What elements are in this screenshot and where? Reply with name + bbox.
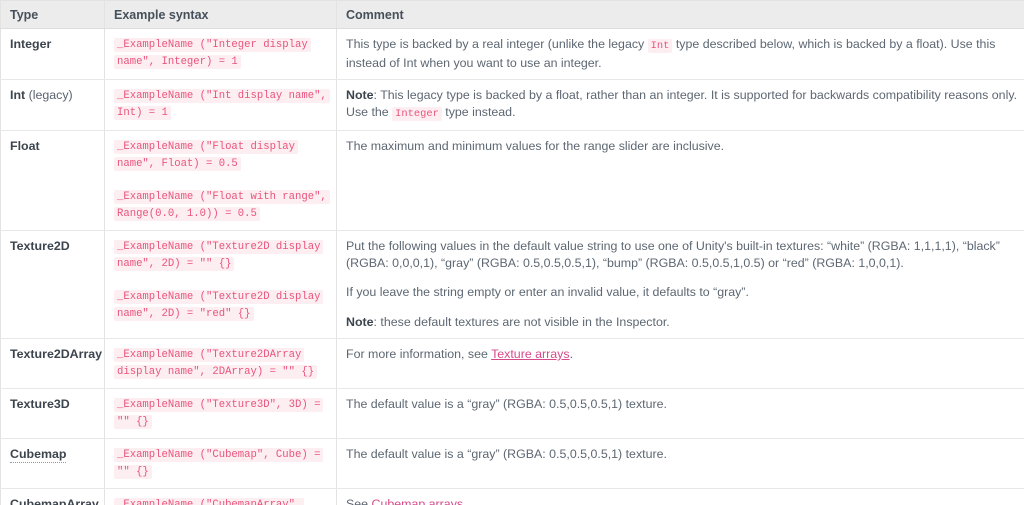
comment-text: If you leave the string empty or enter a… <box>346 285 749 299</box>
table-row: Int (legacy) _ExampleName ("Int display n… <box>0 79 1024 131</box>
property-type-name[interactable]: Cubemap <box>10 447 67 463</box>
comment-text: . <box>569 347 574 361</box>
cell-comment: See Cubemap arrays. <box>336 488 1024 505</box>
cell-type: Integer <box>0 28 105 80</box>
inline-code-chip: Integer <box>392 106 442 121</box>
comment-text: The maximum and minimum values for the r… <box>346 139 725 153</box>
comment-paragraph: Put the following values in the default … <box>346 238 1024 271</box>
note-label: Note <box>346 88 374 102</box>
inline-code-chip: Int <box>647 39 673 53</box>
comment-text: The default value is a “gray” (RGBA: 0.5… <box>346 447 667 461</box>
table-row: Float _ExampleName ("Float display name",… <box>0 130 1024 231</box>
table-header-row: Type Example syntax Comment <box>0 0 1024 29</box>
comment-text: See <box>346 497 372 505</box>
table-header: Type Example syntax Comment <box>0 0 1024 29</box>
cell-comment: The maximum and minimum values for the r… <box>336 130 1024 231</box>
comment-paragraph: Note: these default textures are not vis… <box>346 314 1024 331</box>
code-line: _ExampleName ("Float with range", Range(… <box>114 188 330 222</box>
code-snippet: _ExampleName ("Integer display name", In… <box>114 38 311 69</box>
code-snippet: _ExampleName ("Int display name", Int) =… <box>114 89 330 120</box>
property-type-suffix: (legacy) <box>25 88 73 102</box>
comment-paragraph: The maximum and minimum values for the r… <box>346 138 1024 155</box>
cell-example-syntax: _ExampleName ("Texture2DArray display na… <box>104 338 337 389</box>
code-line: _ExampleName ("Int display name", Int) =… <box>114 87 330 121</box>
table-body: Integer _ExampleName ("Integer display na… <box>0 28 1024 505</box>
property-type-name: CubemapArray <box>10 497 99 505</box>
cell-example-syntax: _ExampleName ("Texture3D", 3D) = "" {} <box>104 388 337 439</box>
cell-comment: This type is backed by a real integer (u… <box>336 28 1024 80</box>
comment-text: Put the following values in the default … <box>346 239 1000 270</box>
code-line: _ExampleName ("Texture2DArray display na… <box>114 346 327 380</box>
comment-paragraph: See Cubemap arrays. <box>346 496 1024 505</box>
comment-text: The default value is a “gray” (RGBA: 0.5… <box>346 397 667 411</box>
code-line: _ExampleName ("Texture2D display name", … <box>114 288 327 322</box>
shader-property-types-table: Type Example syntax Comment Integer _Exam… <box>0 0 1024 505</box>
code-line: _ExampleName ("Float display name", Floa… <box>114 138 327 172</box>
code-snippet: _ExampleName ("Texture3D", 3D) = "" {} <box>114 398 324 429</box>
code-line: _ExampleName ("Texture2D display name", … <box>114 238 327 272</box>
cell-type: Int (legacy) <box>0 79 105 131</box>
comment-paragraph: The default value is a “gray” (RGBA: 0.5… <box>346 396 1024 413</box>
code-snippet: _ExampleName ("Float with range", Range(… <box>114 190 330 221</box>
code-line: _ExampleName ("CubemapArray", CubeArray)… <box>114 496 327 505</box>
table-row: Texture3D _ExampleName ("Texture3D", 3D) … <box>0 388 1024 439</box>
property-type-name: Texture3D <box>10 397 70 411</box>
column-header-example-syntax: Example syntax <box>104 0 337 29</box>
cell-type: Cubemap <box>0 438 105 489</box>
property-type-name: Float <box>10 139 40 153</box>
cell-type: Texture2D <box>0 230 105 339</box>
code-snippet: _ExampleName ("Texture2DArray display na… <box>114 348 318 379</box>
doc-link[interactable]: Texture arrays <box>491 347 570 361</box>
comment-paragraph: The default value is a “gray” (RGBA: 0.5… <box>346 446 1024 463</box>
code-snippet: _ExampleName ("Cubemap", Cube) = "" {} <box>114 448 324 479</box>
comment-text: This type is backed by a real integer (u… <box>346 37 648 51</box>
comment-text: For more information, see <box>346 347 492 361</box>
table-row: Texture2D _ExampleName ("Texture2D displa… <box>0 230 1024 339</box>
cell-type: Texture3D <box>0 388 105 439</box>
cell-comment: Note: This legacy type is backed by a fl… <box>336 79 1024 131</box>
table-row: Integer _ExampleName ("Integer display na… <box>0 28 1024 80</box>
cell-example-syntax: _ExampleName ("Cubemap", Cube) = "" {} <box>104 438 337 489</box>
cell-example-syntax: _ExampleName ("Float display name", Floa… <box>104 130 337 231</box>
code-snippet: _ExampleName ("Float display name", Floa… <box>114 140 299 171</box>
cell-example-syntax: _ExampleName ("CubemapArray", CubeArray)… <box>104 488 337 505</box>
cell-example-syntax: _ExampleName ("Texture2D display name", … <box>104 230 337 339</box>
column-header-type: Type <box>0 0 105 29</box>
cell-comment: The default value is a “gray” (RGBA: 0.5… <box>336 388 1024 439</box>
table-row: Texture2DArray _ExampleName ("Texture2DAr… <box>0 338 1024 389</box>
cell-example-syntax: _ExampleName ("Int display name", Int) =… <box>104 79 337 131</box>
code-line: _ExampleName ("Cubemap", Cube) = "" {} <box>114 446 327 480</box>
property-type-name: Int <box>10 88 26 102</box>
cell-type: Float <box>0 130 105 231</box>
property-type-name: Texture2DArray <box>10 347 103 361</box>
note-label: Note <box>346 314 374 329</box>
cell-example-syntax: _ExampleName ("Integer display name", In… <box>104 28 337 80</box>
code-snippet: _ExampleName ("Texture2D display name", … <box>114 240 324 271</box>
comment-paragraph: This type is backed by a real integer (u… <box>346 36 1024 71</box>
comment-text: type instead. <box>441 104 516 119</box>
cell-comment: Put the following values in the default … <box>336 230 1024 339</box>
code-line: _ExampleName ("Integer display name", In… <box>114 36 327 70</box>
property-type-name: Integer <box>10 37 52 51</box>
code-snippet: _ExampleName ("Texture2D display name", … <box>114 290 324 321</box>
doc-link[interactable]: Cubemap arrays <box>372 497 464 505</box>
comment-paragraph: If you leave the string empty or enter a… <box>346 284 1024 301</box>
table-row: Cubemap _ExampleName ("Cubemap", Cube) = … <box>0 438 1024 489</box>
property-type-name: Texture2D <box>10 239 70 253</box>
comment-paragraph: Note: This legacy type is backed by a fl… <box>346 87 1024 122</box>
property-types-table-container: Type Example syntax Comment Integer _Exam… <box>0 0 1024 505</box>
column-header-comment: Comment <box>336 0 1024 29</box>
comment-text: : these default textures are not visible… <box>373 314 670 329</box>
code-snippet: _ExampleName ("CubemapArray", CubeArray)… <box>114 498 305 505</box>
comment-text: . <box>463 497 467 505</box>
table-row: CubemapArray _ExampleName ("CubemapArray"… <box>0 488 1024 505</box>
comment-paragraph: For more information, see Texture arrays… <box>346 346 1024 363</box>
cell-comment: The default value is a “gray” (RGBA: 0.5… <box>336 438 1024 489</box>
cell-type: Texture2DArray <box>0 338 105 389</box>
cell-comment: For more information, see Texture arrays… <box>336 338 1024 389</box>
code-line: _ExampleName ("Texture3D", 3D) = "" {} <box>114 396 327 430</box>
cell-type: CubemapArray <box>0 488 105 505</box>
